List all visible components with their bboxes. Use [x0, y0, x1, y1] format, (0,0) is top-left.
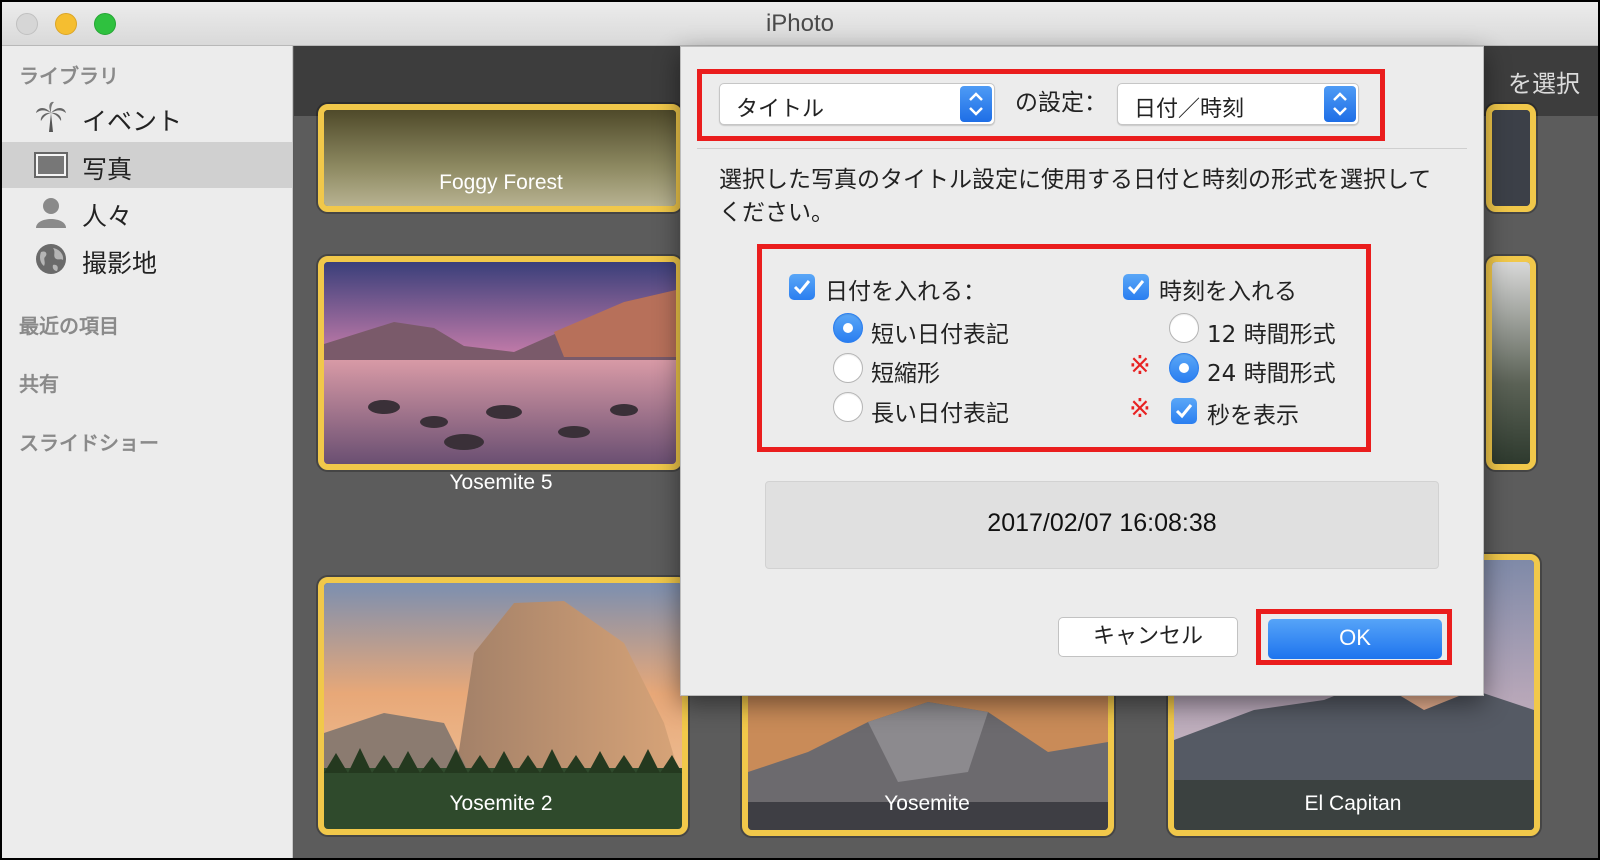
photo-icon: [34, 152, 68, 178]
checkmark-icon: [793, 280, 811, 295]
photo-thumbnail[interactable]: [318, 256, 682, 470]
photo-thumbnail[interactable]: [1486, 104, 1536, 212]
separator: [697, 148, 1467, 149]
radio-abbreviated[interactable]: [833, 353, 863, 383]
shared-header[interactable]: 共有: [19, 368, 59, 397]
photo-thumbnail[interactable]: [318, 104, 682, 212]
photo-caption: Yosemite 2: [449, 792, 553, 815]
recent-header[interactable]: 最近の項目: [19, 310, 119, 339]
updown-arrow-icon: [1324, 86, 1356, 122]
sidebar-item-label: 人々: [82, 202, 133, 231]
radio-12-hour[interactable]: [1169, 313, 1199, 343]
partial-photo-image: [1492, 262, 1530, 464]
sidebar-item-people[interactable]: 人々: [2, 189, 292, 235]
updown-arrow-icon: [960, 86, 992, 122]
ok-button[interactable]: OK: [1268, 619, 1442, 659]
palm-tree-icon: [36, 101, 66, 132]
format-preview: 2017/02/07 16:08:38: [765, 481, 1439, 569]
select-button[interactable]: を選択: [1508, 64, 1580, 99]
preview-text: 2017/02/07 16:08:38: [987, 509, 1217, 537]
sidebar-item-label: 写真: [82, 155, 133, 184]
sidebar-item-label: 撮影地: [82, 249, 158, 278]
partial-photo-image: [1492, 110, 1530, 206]
title-format-dialog: タイトル の設定： 日付／時刻 選択した写真のタイトル設定に使用する日付と時刻の…: [680, 46, 1484, 696]
slideshow-header[interactable]: スライドショー: [19, 427, 159, 456]
show-seconds-label: 秒を表示: [1207, 403, 1299, 429]
include-date-checkbox[interactable]: [789, 274, 815, 300]
radio-24-hour[interactable]: [1169, 353, 1199, 383]
description-line-1: 選択した写真のタイトル設定に使用する日付と時刻の形式を選択して: [719, 167, 1432, 193]
include-time-label: 時刻を入れる: [1159, 279, 1297, 305]
globe-icon: [36, 244, 66, 274]
photo-caption: Yosemite: [884, 792, 970, 815]
photo-caption: Yosemite 5: [449, 471, 553, 494]
yosemite-5-image: [324, 262, 676, 464]
photo-caption: Foggy Forest: [439, 171, 563, 194]
setting-label: の設定：: [1015, 90, 1107, 116]
include-time-checkbox[interactable]: [1123, 274, 1149, 300]
field-popup-value: タイトル: [736, 97, 825, 122]
24-hour-label: 24 時間形式: [1207, 361, 1336, 387]
checkmark-icon: [1127, 280, 1145, 295]
long-date-label: 長い日付表記: [871, 401, 1009, 427]
short-date-label: 短い日付表記: [871, 322, 1009, 348]
photo-thumbnail[interactable]: [1486, 256, 1536, 470]
cancel-button[interactable]: キャンセル: [1058, 617, 1238, 657]
description-line-2: ください。: [719, 200, 834, 226]
sidebar-item-photos[interactable]: 写真: [2, 142, 292, 188]
iphoto-window: iPhoto ライブラリ イベント 写真 人々 撮影地 最近の項目 共有 スライ…: [2, 2, 1598, 858]
show-seconds-checkbox[interactable]: [1171, 398, 1197, 424]
note-mark: ※: [1129, 394, 1151, 424]
sidebar: ライブラリ イベント 写真 人々 撮影地 最近の項目 共有 スライドショー: [2, 46, 293, 858]
sidebar-item-events[interactable]: イベント: [2, 94, 292, 140]
person-icon: [36, 198, 66, 228]
photo-caption: El Capitan: [1304, 792, 1402, 815]
checkmark-icon: [1175, 404, 1193, 419]
value-popup[interactable]: 日付／時刻: [1117, 83, 1359, 125]
radio-long-date[interactable]: [833, 392, 863, 422]
value-popup-value: 日付／時刻: [1134, 97, 1245, 122]
title-bar: iPhoto: [2, 2, 1598, 46]
12-hour-label: 12 時間形式: [1207, 322, 1336, 348]
include-date-label: 日付を入れる：: [825, 279, 986, 305]
radio-short-date[interactable]: [833, 313, 863, 343]
sidebar-item-label: イベント: [82, 107, 183, 136]
library-header: ライブラリ: [19, 64, 119, 88]
note-mark: ※: [1129, 351, 1151, 381]
window-title: iPhoto: [765, 10, 835, 37]
sidebar-item-places[interactable]: 撮影地: [2, 236, 292, 282]
field-popup[interactable]: タイトル: [719, 83, 995, 125]
abbreviated-label: 短縮形: [871, 361, 940, 387]
